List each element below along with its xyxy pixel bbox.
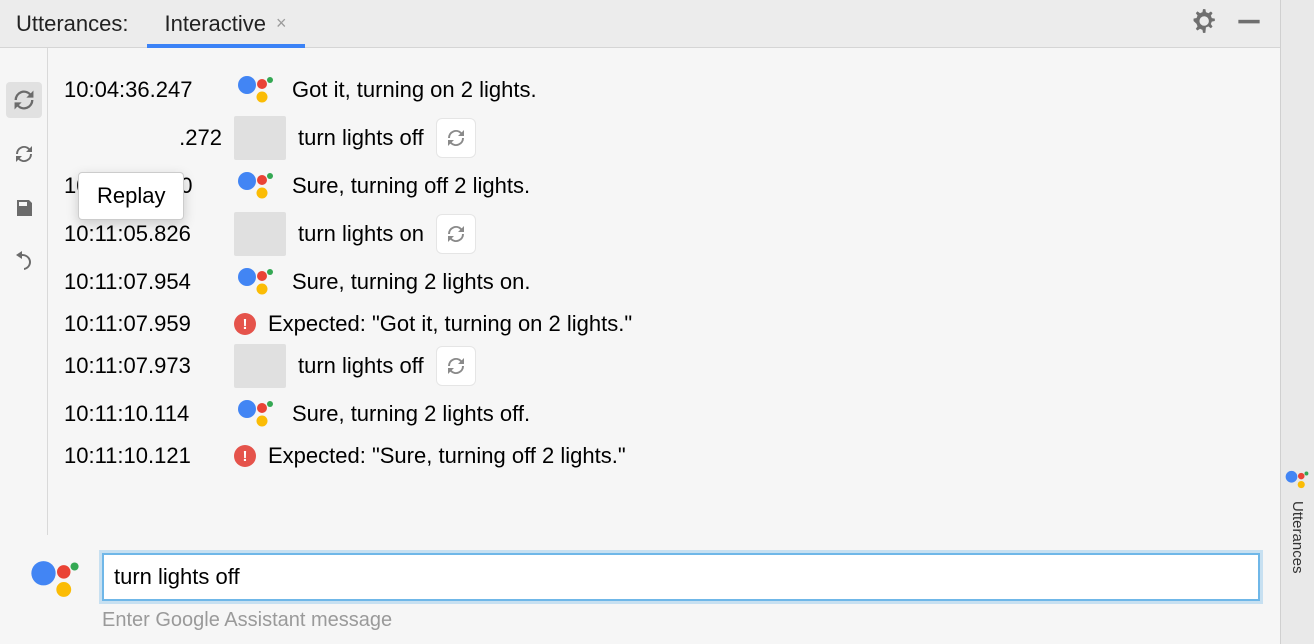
log-row: 10:06:55.230 Sure, turning off 2 lights. [64, 162, 1264, 210]
timestamp: 10:11:10.121 [64, 443, 222, 469]
save-button[interactable] [6, 190, 42, 226]
tabstrip: Utterances: Interactive × [0, 0, 1280, 48]
user-icon [234, 344, 286, 388]
log-row-error: 10:11:07.959 ! Expected: "Got it, turnin… [64, 306, 1264, 342]
side-tab-utterances[interactable]: Utterances [1280, 0, 1314, 644]
assistant-icon [234, 263, 280, 301]
assistant-icon [1285, 470, 1311, 495]
close-icon[interactable]: × [276, 13, 287, 34]
replay-button[interactable] [6, 82, 42, 118]
message-text: Expected: "Got it, turning on 2 lights." [268, 311, 632, 337]
log-row: 10:11:07.973 turn lights off [64, 342, 1264, 390]
message-text: turn lights on [298, 221, 424, 247]
input-area: Enter Google Assistant message [0, 535, 1280, 644]
timestamp: .272 [64, 125, 222, 151]
error-icon: ! [234, 445, 256, 467]
user-icon [234, 212, 286, 256]
panel-title: Utterances: [10, 0, 147, 47]
message-text: Sure, turning 2 lights off. [292, 401, 530, 427]
log-row: 10:11:07.954 Sure, turning 2 lights on. [64, 258, 1264, 306]
minimize-icon[interactable] [1236, 8, 1262, 39]
message-text: Expected: "Sure, turning off 2 lights." [268, 443, 626, 469]
timestamp: 10:11:05.826 [64, 221, 222, 247]
timestamp: 10:11:10.114 [64, 401, 222, 427]
log-row: 10:04:36.247 Got it, turning on 2 lights… [64, 66, 1264, 114]
timestamp: 10:11:07.973 [64, 353, 222, 379]
log-row: 10:11:05.826 turn lights on [64, 210, 1264, 258]
log-row-error: 10:11:10.121 ! Expected: "Sure, turning … [64, 438, 1264, 474]
rerun-icon[interactable] [436, 346, 476, 386]
side-tab-label: Utterances [1289, 501, 1306, 574]
log-row: .272 turn lights off [64, 114, 1264, 162]
message-text: Sure, turning 2 lights on. [292, 269, 530, 295]
replay-alt-button[interactable] [6, 136, 42, 172]
utterance-log: 10:04:36.247 Got it, turning on 2 lights… [48, 48, 1280, 535]
user-icon [234, 116, 286, 160]
rerun-icon[interactable] [436, 214, 476, 254]
timestamp: 10:11:07.954 [64, 269, 222, 295]
error-icon: ! [234, 313, 256, 335]
log-row: 10:11:10.114 Sure, turning 2 lights off. [64, 390, 1264, 438]
message-text: Got it, turning on 2 lights. [292, 77, 537, 103]
message-text: turn lights off [298, 125, 424, 151]
rerun-icon[interactable] [436, 118, 476, 158]
input-hint: Enter Google Assistant message [102, 609, 1260, 632]
message-input[interactable] [102, 553, 1260, 601]
assistant-icon [234, 71, 280, 109]
timestamp: 10:06:55.230 [64, 173, 222, 199]
assistant-icon [234, 167, 280, 205]
message-text: turn lights off [298, 353, 424, 379]
assistant-icon [30, 553, 84, 607]
assistant-icon [234, 395, 280, 433]
timestamp: 10:04:36.247 [64, 77, 222, 103]
gear-icon[interactable] [1190, 8, 1216, 39]
undo-button[interactable] [6, 244, 42, 280]
timestamp: 10:11:07.959 [64, 311, 222, 337]
message-text: Sure, turning off 2 lights. [292, 173, 530, 199]
tab-interactive[interactable]: Interactive × [147, 0, 305, 47]
left-toolbar [0, 48, 48, 535]
tab-label: Interactive [165, 11, 267, 37]
